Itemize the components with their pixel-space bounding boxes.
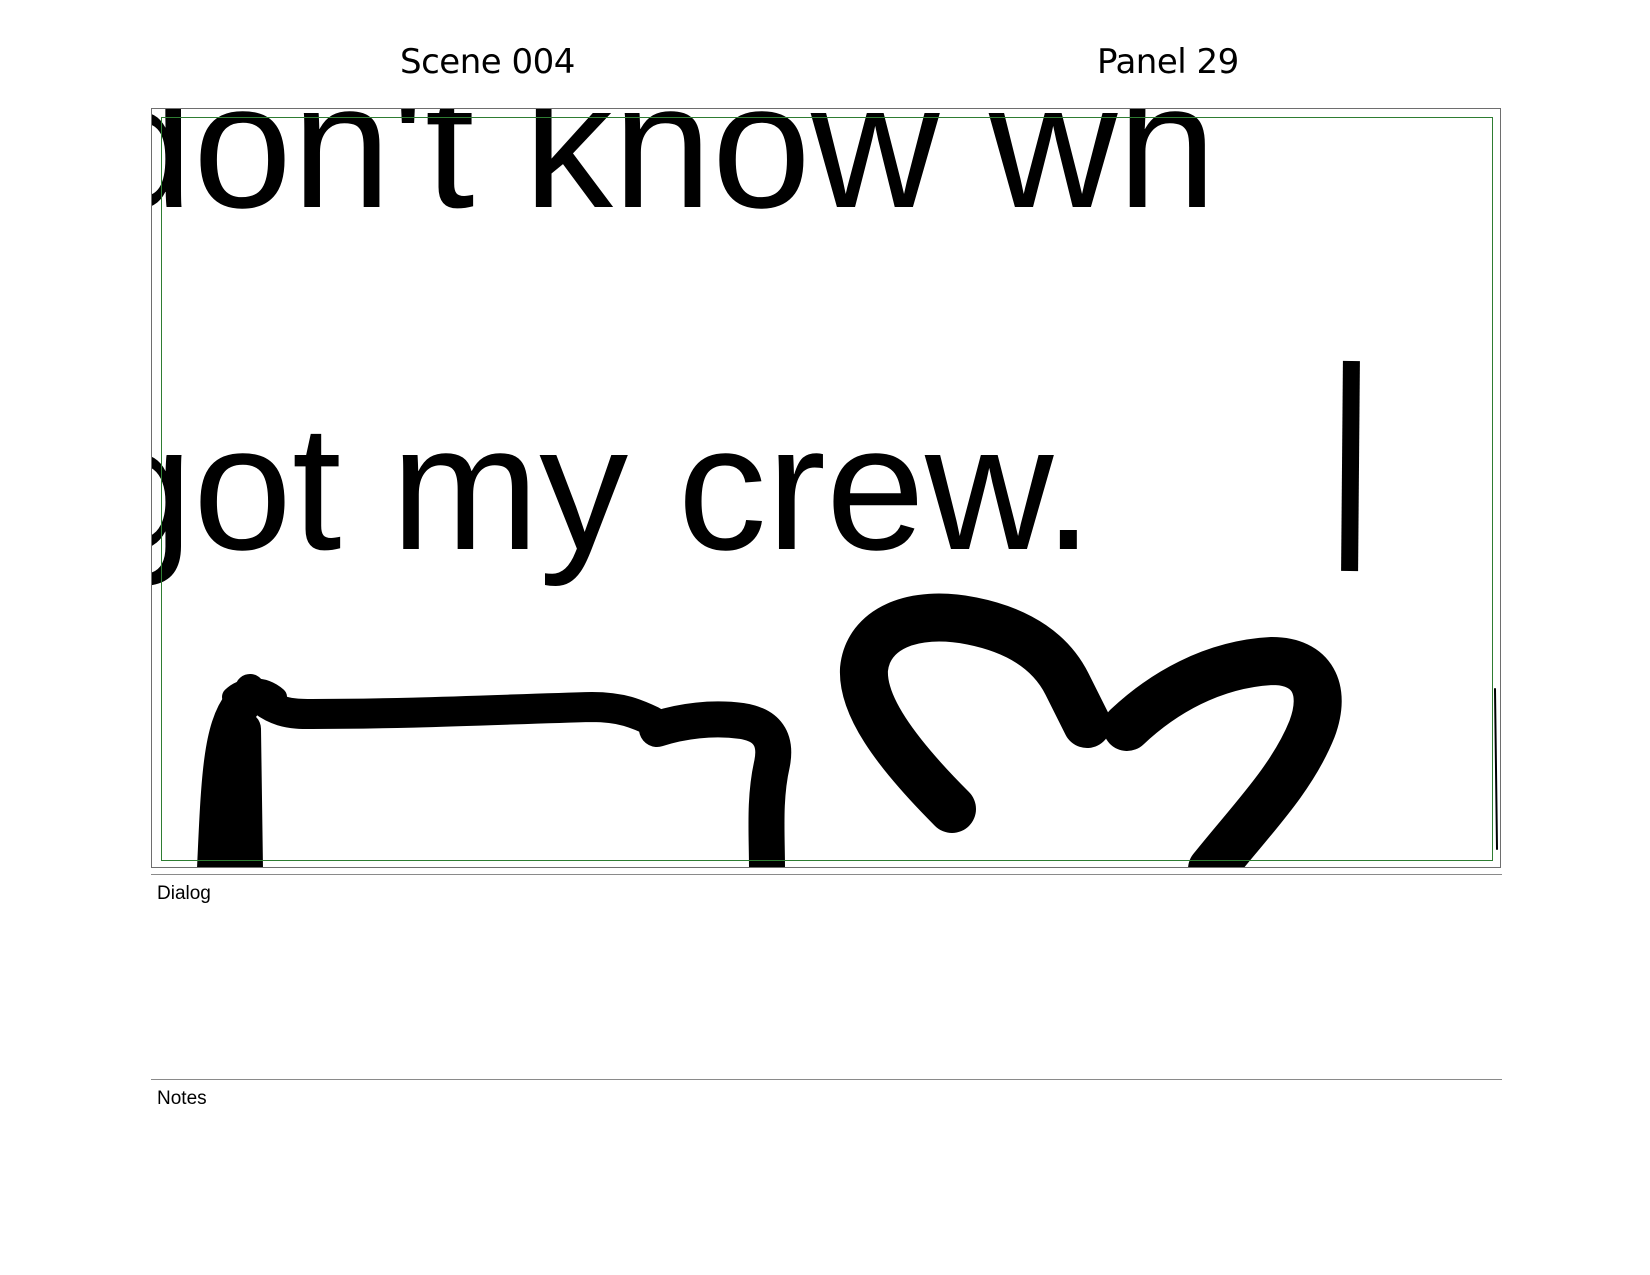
dialog-divider <box>151 874 1502 875</box>
panel-text-line-1: don't know wh <box>152 109 1216 245</box>
notes-label: Notes <box>157 1088 207 1109</box>
panel-number: Panel 29 <box>1097 42 1239 82</box>
dialog-field[interactable] <box>157 912 1497 1072</box>
storyboard-panel[interactable]: don't know wh got my crew. <box>151 108 1501 868</box>
handwritten-strokes <box>197 593 1498 867</box>
panel-text-line-2: got my crew. <box>152 388 1093 587</box>
dialog-label: Dialog <box>157 883 211 904</box>
text-cursor <box>1341 360 1360 572</box>
notes-divider <box>151 1079 1502 1080</box>
panel-drawing[interactable]: don't know wh got my crew. <box>152 109 1501 868</box>
notes-field[interactable] <box>157 1117 1497 1257</box>
scene-number: Scene 004 <box>400 42 575 82</box>
